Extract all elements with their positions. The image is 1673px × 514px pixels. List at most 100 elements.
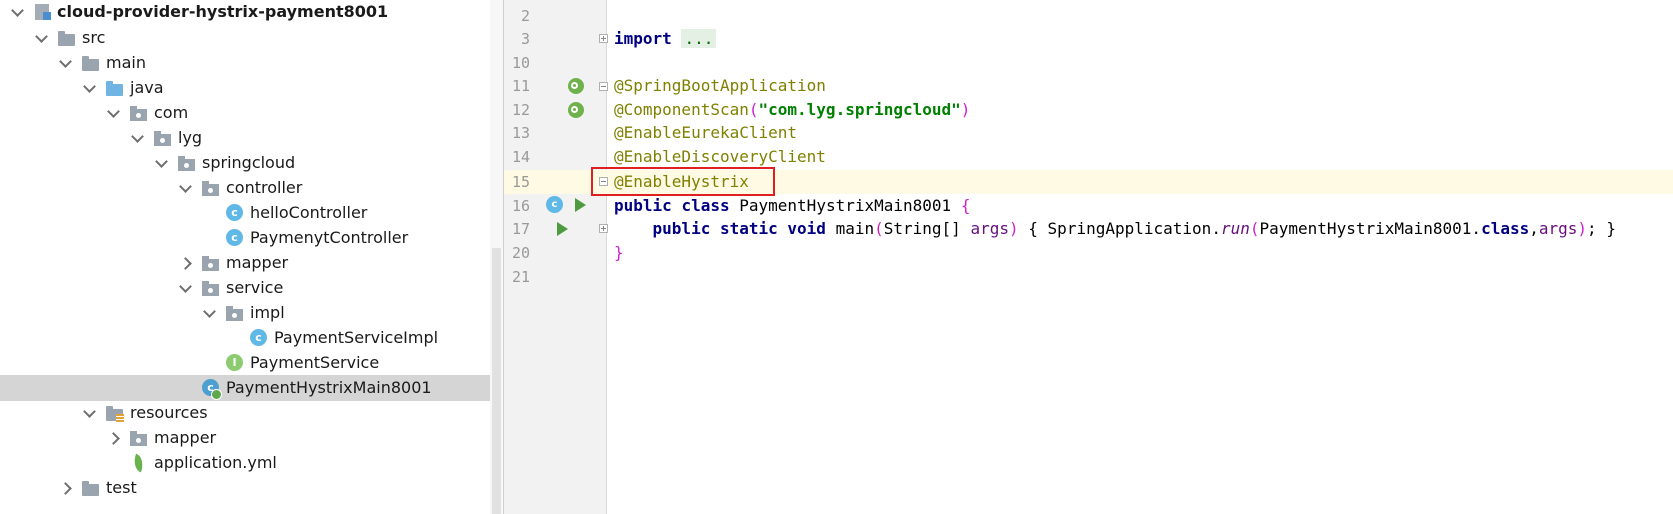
package-icon bbox=[202, 175, 220, 201]
spring-bean-gutter-icon[interactable] bbox=[568, 102, 584, 118]
line-number: 2 bbox=[520, 7, 530, 25]
tree-row-hellocontroller[interactable]: c helloController bbox=[0, 200, 490, 226]
folder-icon bbox=[58, 25, 76, 51]
chevron-down-icon[interactable] bbox=[34, 25, 48, 51]
tree-label: src bbox=[82, 28, 106, 47]
folder-icon bbox=[82, 50, 100, 76]
tree-row-paymentservice[interactable]: I PaymentService bbox=[0, 350, 490, 376]
chevron-down-icon[interactable] bbox=[178, 275, 192, 301]
chevron-down-icon[interactable] bbox=[178, 175, 192, 201]
chevron-down-icon[interactable] bbox=[202, 300, 216, 326]
line-number: 13 bbox=[511, 124, 530, 142]
chevron-down-icon[interactable] bbox=[82, 400, 96, 426]
chevron-right-icon[interactable] bbox=[60, 475, 74, 501]
tree-row-lyg[interactable]: lyg bbox=[0, 125, 490, 151]
project-tree: cloud-provider-hystrix-payment8001 src m… bbox=[0, 0, 503, 514]
line-number: 14 bbox=[511, 148, 530, 166]
chevron-right-icon[interactable] bbox=[108, 425, 122, 451]
spring-bean-gutter-icon[interactable] bbox=[568, 78, 584, 94]
scrollbar-thumb[interactable] bbox=[492, 248, 501, 514]
line-number: 3 bbox=[520, 30, 530, 48]
spring-config-icon bbox=[130, 450, 148, 476]
run-icon[interactable] bbox=[575, 198, 586, 212]
tree-row-test[interactable]: test bbox=[0, 475, 490, 501]
tree-label: lyg bbox=[178, 128, 203, 147]
chevron-down-icon[interactable] bbox=[154, 150, 168, 176]
code-line-14: @EnableDiscoveryClient bbox=[614, 147, 826, 166]
package-icon bbox=[202, 250, 220, 276]
module-icon bbox=[34, 0, 52, 25]
class-icon: c bbox=[226, 200, 244, 226]
line-number: 15 bbox=[511, 173, 530, 191]
line-number: 11 bbox=[511, 77, 530, 95]
chevron-down-icon[interactable] bbox=[58, 50, 72, 76]
tree-row-java[interactable]: java bbox=[0, 75, 490, 101]
package-icon bbox=[226, 300, 244, 326]
tree-label: PaymentService bbox=[250, 353, 380, 372]
tree-row-resources[interactable]: resources bbox=[0, 400, 490, 426]
tree-label: mapper bbox=[226, 253, 289, 272]
tree-row-main[interactable]: main bbox=[0, 50, 490, 76]
tree-label: controller bbox=[226, 178, 303, 197]
fold-expand-icon[interactable] bbox=[599, 224, 608, 233]
tree-label: PaymentHystrixMain8001 bbox=[226, 378, 432, 397]
tree-label: service bbox=[226, 278, 284, 297]
fold-collapse-icon[interactable] bbox=[599, 82, 608, 91]
tree-scrollbar[interactable] bbox=[490, 0, 503, 514]
folded-imports[interactable]: ... bbox=[681, 29, 717, 48]
tree-label: application.yml bbox=[154, 453, 277, 472]
tree-row-service[interactable]: service bbox=[0, 275, 490, 301]
tree-label: springcloud bbox=[202, 153, 296, 172]
chevron-down-icon[interactable] bbox=[106, 100, 120, 126]
class-icon: c bbox=[226, 225, 244, 251]
spring-boot-class-icon[interactable]: c bbox=[546, 196, 563, 213]
tree-label: test bbox=[106, 478, 137, 497]
package-icon bbox=[178, 150, 196, 176]
line-number: 20 bbox=[511, 244, 530, 262]
code-line-11: @SpringBootApplication bbox=[614, 76, 826, 95]
tree-label: mapper bbox=[154, 428, 217, 447]
tree-label: resources bbox=[130, 403, 208, 422]
code-line-16: public class PaymentHystrixMain8001 { bbox=[614, 196, 971, 215]
highlight-box bbox=[591, 167, 775, 196]
tree-row-application-yml[interactable]: application.yml bbox=[0, 450, 490, 476]
tree-label: com bbox=[154, 103, 189, 122]
main-class-icon: c bbox=[202, 375, 222, 401]
code-line-3: import ... bbox=[614, 27, 717, 51]
tree-row-mapper[interactable]: mapper bbox=[0, 250, 490, 276]
tree-row-springcloud[interactable]: springcloud bbox=[0, 150, 490, 176]
run-icon[interactable] bbox=[557, 222, 568, 236]
tree-label: PaymentServiceImpl bbox=[274, 328, 439, 347]
interface-icon: I bbox=[226, 350, 244, 376]
tree-row-com[interactable]: com bbox=[0, 100, 490, 126]
chevron-right-icon[interactable] bbox=[180, 250, 194, 276]
code-line-13: @EnableEurekaClient bbox=[614, 123, 798, 142]
code-line-17: public static void main(String[] args) {… bbox=[652, 219, 1616, 238]
tree-row-controller[interactable]: controller bbox=[0, 175, 490, 201]
tree-row-impl[interactable]: impl bbox=[0, 300, 490, 326]
chevron-down-icon[interactable] bbox=[82, 75, 96, 101]
tree-label: impl bbox=[250, 303, 285, 322]
package-icon bbox=[202, 275, 220, 301]
resources-folder-icon bbox=[106, 400, 124, 426]
tree-row-root[interactable]: cloud-provider-hystrix-payment8001 bbox=[0, 0, 490, 25]
tree-label: main bbox=[106, 53, 146, 72]
tree-label: cloud-provider-hystrix-payment8001 bbox=[57, 2, 389, 21]
tree-row-paymenthystrixmain8001[interactable]: c PaymentHystrixMain8001 bbox=[0, 375, 490, 401]
line-number: 12 bbox=[511, 101, 530, 119]
chevron-down-icon[interactable] bbox=[130, 125, 144, 151]
tree-label: helloController bbox=[250, 203, 368, 222]
tree-row-paymenytcontroller[interactable]: c PaymenytController bbox=[0, 225, 490, 251]
code-line-12: @ComponentScan("com.lyg.springcloud") bbox=[614, 100, 971, 119]
source-folder-icon bbox=[106, 75, 124, 101]
fold-expand-icon[interactable] bbox=[599, 34, 608, 43]
line-number: 21 bbox=[511, 268, 530, 286]
line-number: 16 bbox=[511, 197, 530, 215]
chevron-down-icon[interactable] bbox=[10, 0, 24, 25]
tree-row-src[interactable]: src bbox=[0, 25, 490, 51]
package-icon bbox=[154, 125, 172, 151]
tree-row-resources-mapper[interactable]: mapper bbox=[0, 425, 490, 451]
tree-label: PaymenytController bbox=[250, 228, 409, 247]
tree-row-paymentserviceimpl[interactable]: c PaymentServiceImpl bbox=[0, 325, 490, 351]
line-number: 17 bbox=[511, 220, 530, 238]
